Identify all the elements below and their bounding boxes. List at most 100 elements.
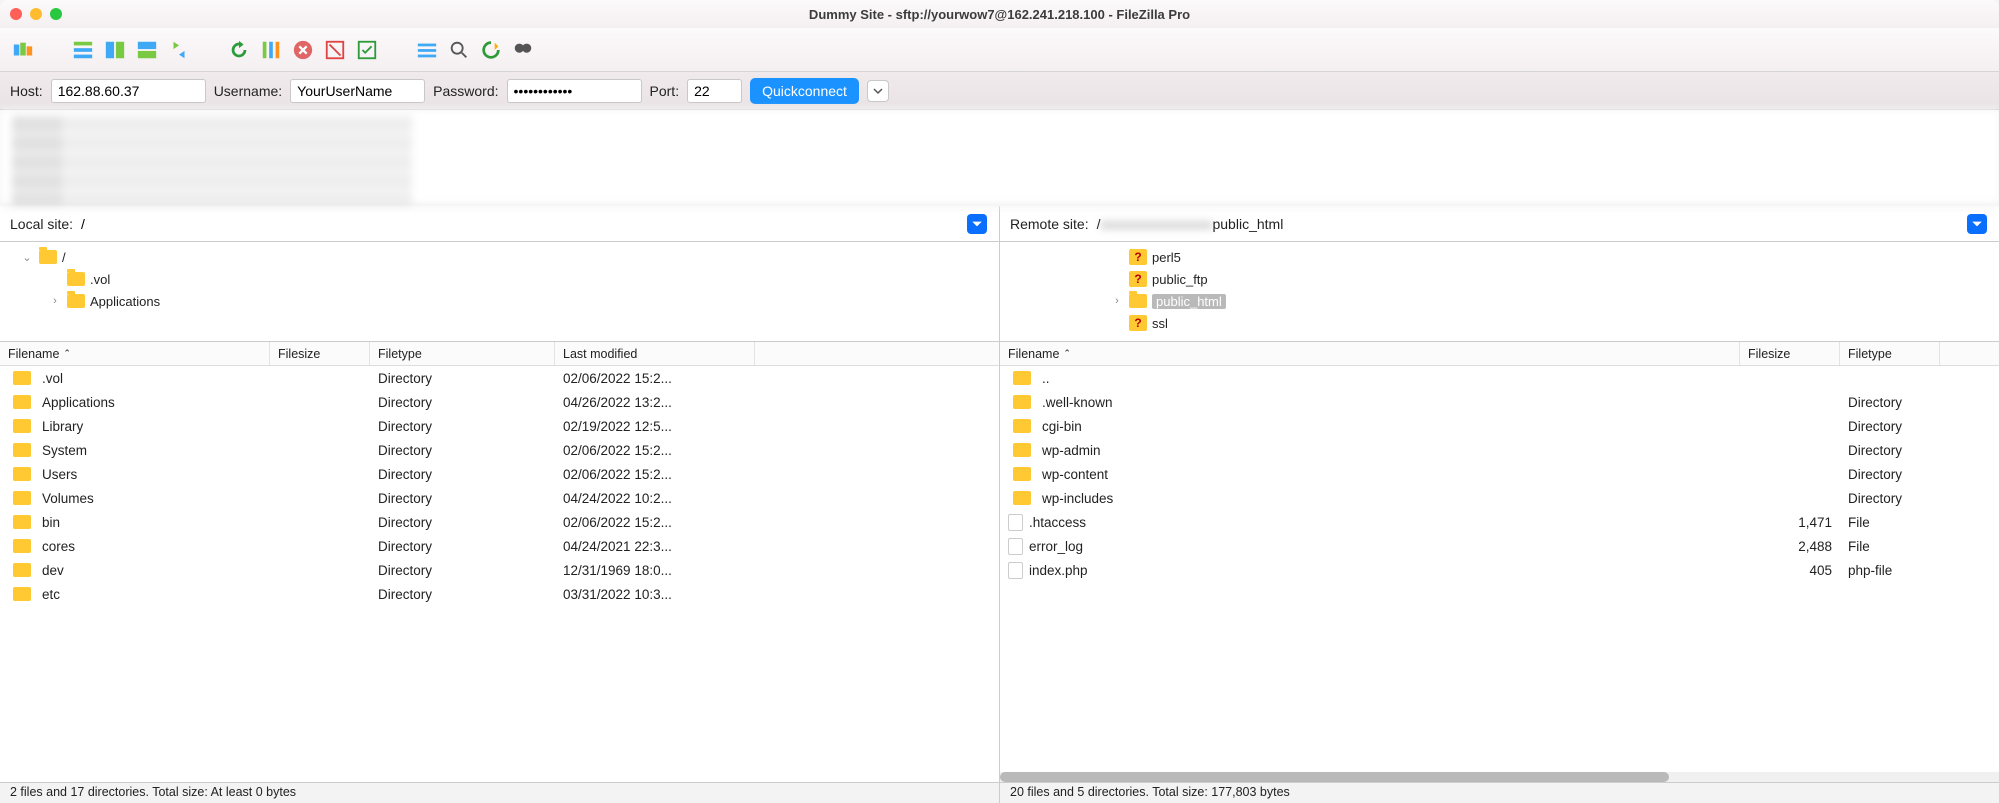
quickconnect-button[interactable]: Quickconnect	[750, 78, 859, 104]
list-item[interactable]: devDirectory12/31/1969 18:0...	[0, 558, 999, 582]
toggle-queue-icon[interactable]	[134, 37, 160, 63]
local-col-filesize[interactable]: Filesize	[270, 342, 370, 365]
remote-col-filesize[interactable]: Filesize	[1740, 342, 1840, 365]
sync-browsing-icon[interactable]	[166, 37, 192, 63]
local-site-path-dropdown[interactable]	[967, 214, 987, 234]
password-input[interactable]	[507, 79, 642, 103]
tree-item[interactable]: › public_html	[1050, 290, 1999, 312]
tree-item-label: public_html	[1152, 294, 1226, 309]
folder-icon	[13, 515, 31, 529]
remote-tree[interactable]: ?perl5?public_ftp › public_html ?ssl	[1000, 242, 1999, 342]
local-panel: ⌄/.vol›Applications Filename⌃ Filesize F…	[0, 242, 1000, 782]
tree-item[interactable]: ›Applications	[0, 290, 999, 312]
minimize-window-button[interactable]	[30, 8, 42, 20]
list-item[interactable]: coresDirectory04/24/2021 22:3...	[0, 534, 999, 558]
list-item[interactable]: LibraryDirectory02/19/2022 12:5...	[0, 414, 999, 438]
local-status: 2 files and 17 directories. Total size: …	[0, 783, 1000, 803]
reconnect-icon[interactable]	[354, 37, 380, 63]
list-item[interactable]: .volDirectory02/06/2022 15:2...	[0, 366, 999, 390]
list-item[interactable]: wp-includes Directory	[1000, 486, 1999, 510]
list-item[interactable]: .htaccess1,471File	[1000, 510, 1999, 534]
disconnect-icon[interactable]	[322, 37, 348, 63]
expander-icon[interactable]: ›	[1110, 295, 1124, 307]
remote-col-filename[interactable]: Filename⌃	[1000, 342, 1740, 365]
tree-item[interactable]: ⌄/	[0, 246, 999, 268]
list-item[interactable]: wp-adminDirectory	[1000, 438, 1999, 462]
username-input[interactable]	[290, 79, 425, 103]
list-item[interactable]: VolumesDirectory04/24/2022 10:2...	[0, 486, 999, 510]
quickconnect-history-dropdown[interactable]	[867, 80, 889, 102]
file-name: cgi-bin	[1042, 419, 1082, 434]
remote-horizontal-scrollbar[interactable]	[1000, 772, 1999, 782]
local-col-filename[interactable]: Filename⌃	[0, 342, 270, 365]
list-item[interactable]: SystemDirectory02/06/2022 15:2...	[0, 438, 999, 462]
list-item[interactable]: index.php405php-file	[1000, 558, 1999, 582]
local-col-modified[interactable]: Last modified	[555, 342, 755, 365]
file-icon	[1008, 538, 1023, 555]
filter-icon[interactable]	[414, 37, 440, 63]
folder-icon	[13, 371, 31, 385]
tree-item[interactable]: .vol	[0, 268, 999, 290]
expander-icon[interactable]: ›	[48, 295, 62, 307]
folder-icon	[67, 272, 85, 286]
compare-icon[interactable]	[258, 37, 284, 63]
folder-icon	[1129, 294, 1147, 308]
toggle-tree-icon[interactable]	[70, 37, 96, 63]
local-file-list[interactable]: .volDirectory02/06/2022 15:2...Applicati…	[0, 366, 999, 782]
file-type: Directory	[1840, 491, 1940, 506]
list-item[interactable]: .well-knownDirectory	[1000, 390, 1999, 414]
list-item[interactable]: error_log2,488File	[1000, 534, 1999, 558]
folder-icon	[1013, 371, 1031, 385]
port-label: Port:	[650, 83, 680, 99]
list-item[interactable]: ApplicationsDirectory04/26/2022 13:2...	[0, 390, 999, 414]
list-item[interactable]: etcDirectory03/31/2022 10:3...	[0, 582, 999, 606]
expander-icon[interactable]: ⌄	[20, 251, 34, 264]
file-name: ..	[1042, 371, 1050, 386]
tree-item-label: /	[62, 250, 66, 265]
port-input[interactable]	[687, 79, 742, 103]
file-modified: 03/31/2022 10:3...	[555, 587, 755, 602]
local-col-filetype[interactable]: Filetype	[370, 342, 555, 365]
local-tree[interactable]: ⌄/.vol›Applications	[0, 242, 999, 342]
tree-item[interactable]: ?public_ftp	[1050, 268, 1999, 290]
file-name: wp-content	[1042, 467, 1108, 482]
list-item[interactable]: cgi-binDirectory	[1000, 414, 1999, 438]
file-type: Directory	[1840, 395, 1940, 410]
tree-item-label: .vol	[90, 272, 110, 287]
process-queue-icon[interactable]	[478, 37, 504, 63]
file-name: wp-includes	[1042, 491, 1113, 506]
remote-site-path-dropdown[interactable]	[1967, 214, 1987, 234]
tree-item[interactable]: ?ssl	[1050, 312, 1999, 334]
local-site-path-input[interactable]	[79, 212, 989, 236]
refresh-icon[interactable]	[226, 37, 252, 63]
list-item[interactable]: UsersDirectory02/06/2022 15:2...	[0, 462, 999, 486]
remote-col-filetype[interactable]: Filetype	[1840, 342, 1940, 365]
remote-file-list[interactable]: ...well-knownDirectorycgi-binDirectorywp…	[1000, 366, 1999, 772]
list-item[interactable]: binDirectory02/06/2022 15:2...	[0, 510, 999, 534]
list-item[interactable]: ..	[1000, 366, 1999, 390]
file-modified: 04/26/2022 13:2...	[555, 395, 755, 410]
host-input[interactable]	[51, 79, 206, 103]
folder-icon	[13, 395, 31, 409]
folder-icon	[1013, 443, 1031, 457]
file-type: Directory	[370, 419, 555, 434]
file-name: error_log	[1029, 539, 1083, 554]
close-window-button[interactable]	[10, 8, 22, 20]
list-item[interactable]: wp-contentDirectory	[1000, 462, 1999, 486]
zoom-window-button[interactable]	[50, 8, 62, 20]
file-type: Directory	[370, 371, 555, 386]
tree-item[interactable]: ?perl5	[1050, 246, 1999, 268]
file-type: Directory	[370, 563, 555, 578]
site-manager-icon[interactable]	[10, 37, 36, 63]
status-row: 2 files and 17 directories. Total size: …	[0, 782, 1999, 803]
search-icon[interactable]	[446, 37, 472, 63]
local-list-header: Filename⌃ Filesize Filetype Last modifie…	[0, 342, 999, 366]
remote-site-path-input[interactable]: /xxxxxxxxxxxxxxxxpublic_html	[1095, 212, 1989, 236]
file-type: Directory	[370, 395, 555, 410]
file-size: 1,471	[1740, 515, 1840, 530]
toggle-log-icon[interactable]	[102, 37, 128, 63]
message-log[interactable]	[0, 110, 1999, 206]
cancel-icon[interactable]	[290, 37, 316, 63]
find-icon[interactable]	[510, 37, 536, 63]
file-type: Directory	[370, 491, 555, 506]
